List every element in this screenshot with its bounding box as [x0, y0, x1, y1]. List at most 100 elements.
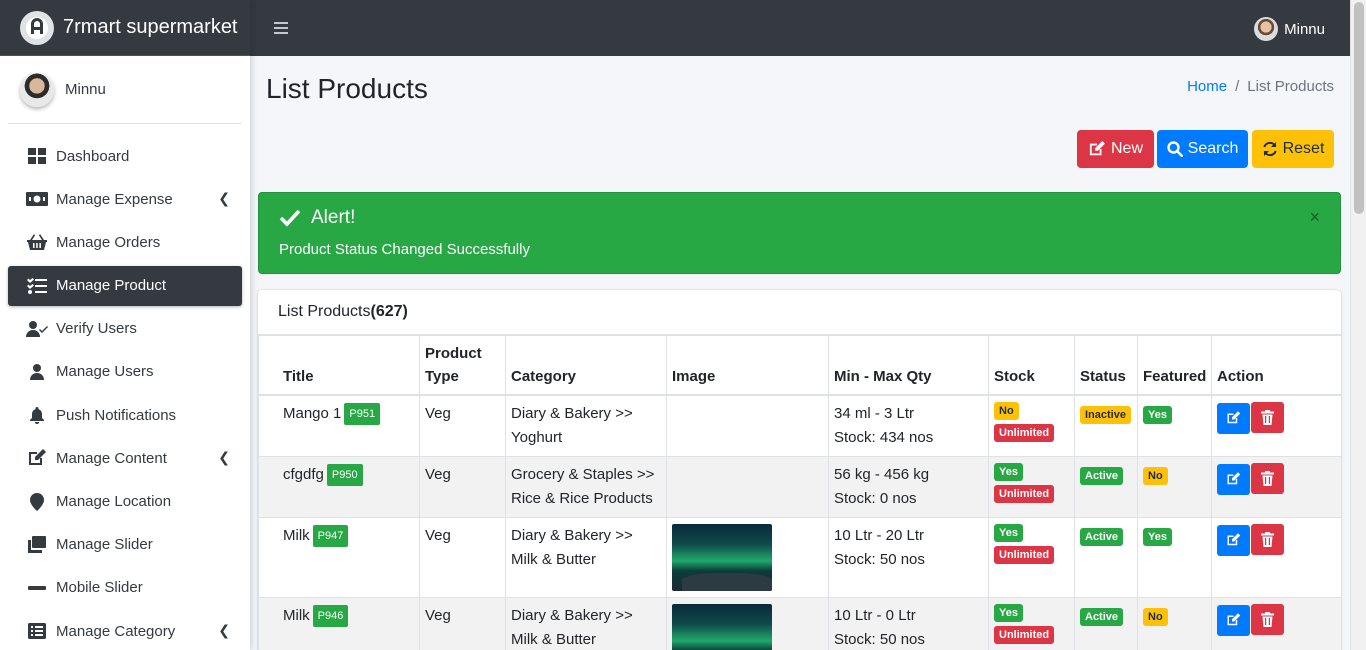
column-header-action[interactable]: Action [1211, 335, 1341, 396]
cell-stock: Yes Unlimited [988, 517, 1075, 598]
status-badge[interactable]: Inactive [1080, 406, 1131, 424]
column-header-qty[interactable]: Min - Max Qty [828, 335, 989, 396]
top-navbar: Minnu [250, 0, 1350, 56]
cell-product-type: Veg [419, 597, 506, 650]
column-header-title[interactable]: Title [258, 335, 420, 396]
column-header-featured[interactable]: Featured [1137, 335, 1212, 396]
sidebar-item-manage-category[interactable]: Manage Category ❮ [8, 611, 242, 650]
delete-product-button[interactable] [1251, 604, 1284, 635]
edit-icon [1227, 411, 1241, 424]
edit-product-button[interactable] [1217, 402, 1250, 434]
sidebar-item-manage-content[interactable]: Manage Content ❮ [8, 438, 242, 478]
reset-button-label: Reset [1282, 140, 1325, 157]
stock-count: Stock: 50 nos [834, 551, 925, 568]
user-panel[interactable]: Minnu [8, 56, 242, 124]
column-header-category[interactable]: Category [505, 335, 667, 396]
breadcrumb: Home / List Products [1187, 78, 1334, 95]
unlimited-badge[interactable]: Unlimited [994, 424, 1055, 442]
delete-product-button[interactable] [1251, 524, 1284, 555]
featured-badge[interactable]: Yes [1143, 406, 1172, 424]
page-scrollbar[interactable] [1350, 0, 1366, 650]
sidebar-item-manage-product[interactable]: Manage Product [8, 265, 242, 306]
trash-icon [1261, 532, 1274, 547]
edit-product-button[interactable] [1217, 463, 1250, 495]
featured-badge[interactable]: Yes [1143, 528, 1172, 546]
cell-stock: No Unlimited [988, 394, 1075, 457]
stock-count: Stock: 50 nos [834, 631, 925, 648]
sidebar-item-dashboard[interactable]: Dashboard [8, 136, 242, 176]
breadcrumb-home-link[interactable]: Home [1187, 78, 1227, 95]
qty-range: 10 Ltr - 20 Ltr [834, 527, 925, 544]
stock-flag-badge[interactable]: No [994, 402, 1019, 420]
scrollbar-thumb[interactable] [1354, 2, 1364, 214]
sidebar-item-push-notifications[interactable]: Push Notifications [8, 395, 242, 435]
product-image[interactable] [672, 604, 772, 650]
hamburger-menu-icon[interactable] [274, 22, 288, 34]
cell-stock: Yes Unlimited [988, 597, 1075, 650]
sidebar-item-verify-users[interactable]: Verify Users [8, 309, 242, 349]
delete-product-button[interactable] [1251, 402, 1284, 433]
new-button[interactable]: New [1077, 130, 1154, 168]
table-row: Milk P946 Veg Diary & Bakery >> Milk & Butt… [258, 597, 1341, 650]
cell-title: Milk P947 [258, 517, 420, 598]
stock-flag-badge[interactable]: Yes [994, 463, 1023, 481]
sidebar-item-mobile-slider[interactable]: Mobile Slider [8, 568, 242, 608]
sidebar-item-label: Manage Orders [56, 233, 161, 251]
featured-badge[interactable]: No [1143, 467, 1168, 485]
map-marker-icon [26, 492, 48, 511]
stock-flag-badge[interactable]: Yes [994, 604, 1023, 622]
column-header-image[interactable]: Image [666, 335, 829, 396]
breadcrumb-separator: / [1235, 78, 1240, 95]
edit-product-button[interactable] [1217, 604, 1250, 636]
product-image[interactable] [672, 524, 772, 591]
product-title[interactable]: Milk [283, 607, 310, 624]
brand-link[interactable]: 7rmart supermarket [0, 0, 250, 56]
user-icon [26, 363, 48, 381]
check-icon [279, 209, 301, 227]
top-user-avatar [1254, 17, 1279, 41]
cell-status: Inactive [1074, 394, 1138, 457]
cell-stock: Yes Unlimited [988, 456, 1075, 518]
products-card: List Products (627) Title Product Type Ca… [258, 290, 1341, 650]
stock-flag-badge[interactable]: Yes [994, 524, 1023, 542]
stock-count: Stock: 434 nos [834, 429, 934, 446]
status-badge[interactable]: Active [1080, 467, 1124, 485]
search-button[interactable]: Search [1157, 130, 1248, 168]
sidebar-item-manage-orders[interactable]: Manage Orders [8, 222, 242, 262]
cell-qty: 10 Ltr - 20 Ltr Stock: 50 nos [828, 517, 989, 598]
table-row: Milk P947 Veg Diary & Bakery >> Milk & Butt… [258, 517, 1341, 598]
status-badge[interactable]: Active [1080, 528, 1124, 546]
column-header-stock[interactable]: Stock [988, 335, 1075, 396]
success-alert: Alert! Product Status Changed Successful… [258, 192, 1341, 274]
sidebar-item-manage-users[interactable]: Manage Users [8, 352, 242, 392]
edit-icon [1227, 472, 1241, 485]
unlimited-badge[interactable]: Unlimited [994, 626, 1055, 644]
alert-close-button[interactable]: × [1309, 207, 1320, 228]
product-title[interactable]: Mango 1 [283, 405, 341, 422]
sidebar-item-manage-slider[interactable]: Manage Slider [8, 525, 242, 565]
edit-product-button[interactable] [1217, 524, 1250, 556]
sidebar-item-manage-location[interactable]: Manage Location [8, 482, 242, 522]
top-user-menu[interactable]: Minnu [1254, 17, 1325, 41]
user-check-icon [26, 320, 48, 338]
product-title[interactable]: Milk [283, 527, 310, 544]
status-badge[interactable]: Active [1080, 608, 1124, 626]
sidebar-item-manage-expense[interactable]: Manage Expense ❮ [8, 179, 242, 219]
featured-badge[interactable]: No [1143, 608, 1168, 626]
edit-icon [1089, 141, 1105, 156]
sidebar-nav: Dashboard Manage Expense ❮ Manage Orders… [0, 136, 250, 650]
delete-product-button[interactable] [1251, 463, 1284, 494]
column-header-status[interactable]: Status [1074, 335, 1138, 396]
reset-button[interactable]: Reset [1252, 130, 1334, 168]
sidebar-item-label: Mobile Slider [56, 579, 143, 597]
column-header-product-type[interactable]: Product Type [419, 335, 506, 396]
unlimited-badge[interactable]: Unlimited [994, 546, 1055, 564]
cell-qty: 34 ml - 3 Ltr Stock: 434 nos [828, 394, 989, 457]
cell-category: Diary & Bakery >> Milk & Butter [505, 517, 667, 598]
user-name: Minnu [65, 81, 106, 98]
cell-title: Milk P946 [258, 597, 420, 650]
unlimited-badge[interactable]: Unlimited [994, 485, 1055, 503]
sidebar-item-label: Manage Users [56, 363, 154, 381]
product-title[interactable]: cfgdfg [283, 466, 324, 483]
table-row: cfgdfg P950 Veg Grocery & Staples >> Rice &… [258, 456, 1341, 518]
